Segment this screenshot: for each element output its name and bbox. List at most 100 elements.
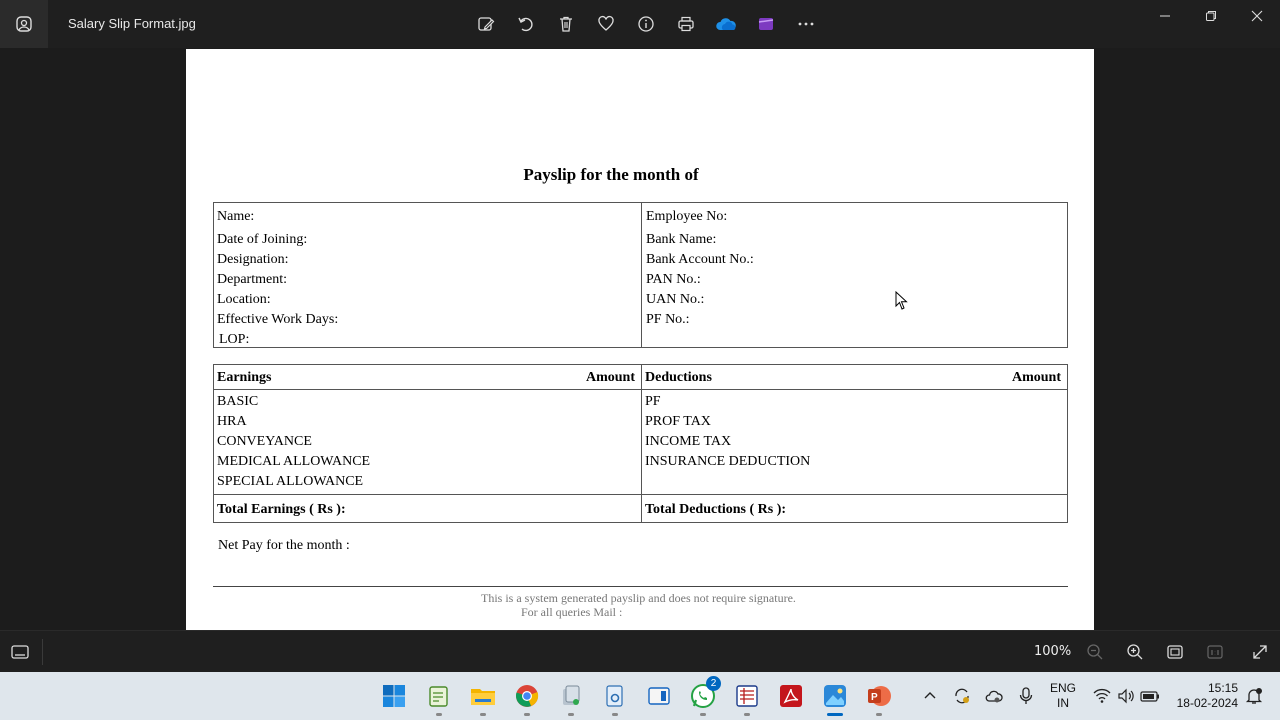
heart-icon bbox=[598, 16, 614, 31]
taskbar-app-window[interactable] bbox=[643, 680, 675, 712]
close-icon bbox=[1251, 10, 1263, 22]
restore-button[interactable] bbox=[1188, 0, 1234, 32]
edit-image-icon bbox=[478, 17, 495, 31]
favorite-button[interactable] bbox=[586, 8, 626, 40]
taskbar-app-file-explorer[interactable] bbox=[467, 680, 499, 716]
notification-bell-icon bbox=[1245, 688, 1263, 704]
list-item: INSURANCE DEDUCTION bbox=[645, 454, 811, 469]
image-toolbar bbox=[466, 8, 826, 40]
title-bar: Salary Slip Format.jpg bbox=[0, 0, 1280, 48]
actual-size-button[interactable] bbox=[1205, 642, 1225, 662]
info-label: Name: bbox=[217, 209, 255, 224]
document-stack-icon bbox=[563, 685, 580, 705]
volume-tray-button[interactable] bbox=[1116, 686, 1136, 706]
total-deductions-label: Total Deductions ( Rs ): bbox=[645, 502, 787, 517]
sync-tray-button[interactable] bbox=[952, 686, 972, 706]
taskbar-app-notepad[interactable] bbox=[423, 680, 455, 716]
deductions-amount-header: Amount bbox=[1012, 370, 1062, 385]
taskbar-app-whatsapp[interactable]: 2 bbox=[687, 676, 721, 716]
deductions-list: PF PROF TAX INCOME TAX INSURANCE DEDUCTI… bbox=[645, 392, 810, 472]
employee-info-table: Name: Date of Joining: Designation: Depa… bbox=[213, 202, 1068, 348]
onedrive-cloud-icon bbox=[716, 18, 736, 30]
list-item: CONVEYANCE bbox=[217, 434, 312, 449]
trash-icon bbox=[560, 16, 572, 32]
folder-icon bbox=[471, 689, 495, 705]
taskbar-app-settings[interactable] bbox=[599, 680, 631, 716]
info-label: Bank Name: bbox=[646, 232, 717, 247]
microphone-tray-button[interactable] bbox=[1016, 686, 1036, 706]
minimize-button[interactable] bbox=[1142, 0, 1188, 32]
more-icon bbox=[798, 22, 814, 26]
system-clock[interactable]: 15:15 18-02-2024 bbox=[1174, 681, 1238, 711]
speaker-icon bbox=[1118, 688, 1134, 704]
image-canvas[interactable]: Payslip for the month of Name: Date of J… bbox=[0, 48, 1280, 630]
photos-icon bbox=[824, 685, 846, 707]
taskbar-app-tally[interactable] bbox=[731, 680, 763, 716]
start-button[interactable] bbox=[378, 680, 410, 712]
info-label: Date of Joining: bbox=[217, 232, 308, 247]
footer-note: This is a system generated payslip and d… bbox=[481, 591, 796, 605]
earnings-amount-header: Amount bbox=[586, 370, 636, 385]
settings-doc-icon bbox=[606, 685, 623, 707]
list-item: SPECIAL ALLOWANCE bbox=[217, 474, 364, 489]
onedrive-button[interactable] bbox=[706, 8, 746, 40]
employee-info-right: Employee No: Bank Name: Bank Account No.… bbox=[646, 207, 754, 330]
zoom-out-icon bbox=[1087, 644, 1103, 660]
total-earnings-label: Total Earnings ( Rs ): bbox=[217, 502, 346, 517]
wifi-tray-button[interactable] bbox=[1092, 686, 1112, 706]
delete-button[interactable] bbox=[546, 8, 586, 40]
windows-logo-icon bbox=[383, 685, 405, 707]
fit-window-icon bbox=[1167, 645, 1183, 659]
show-hidden-icons-button[interactable] bbox=[920, 686, 940, 706]
actual-size-icon bbox=[1207, 645, 1223, 659]
clipchamp-button[interactable] bbox=[746, 8, 786, 40]
clock-time: 15:15 bbox=[1207, 681, 1238, 695]
close-button[interactable] bbox=[1234, 0, 1280, 32]
employee-info-left: Name: Date of Joining: Designation: Depa… bbox=[217, 207, 338, 350]
sync-icon bbox=[955, 688, 969, 704]
filmstrip-toggle-button[interactable] bbox=[10, 642, 30, 666]
battery-tray-button[interactable] bbox=[1140, 686, 1160, 706]
info-label: UAN No.: bbox=[646, 292, 705, 307]
taskbar-app-files[interactable] bbox=[555, 680, 587, 716]
svg-text:P: P bbox=[871, 692, 878, 703]
chrome-icon bbox=[516, 685, 539, 707]
file-info-button[interactable] bbox=[626, 8, 666, 40]
notifications-button[interactable] bbox=[1244, 686, 1264, 706]
net-pay-label: Net Pay for the month : bbox=[218, 538, 350, 553]
zoom-in-button[interactable] bbox=[1125, 642, 1145, 662]
printer-icon bbox=[678, 16, 694, 32]
info-label: Department: bbox=[217, 272, 287, 287]
region-code: IN bbox=[1057, 696, 1069, 710]
photos-app-icon[interactable] bbox=[0, 0, 48, 48]
rotate-icon bbox=[518, 17, 533, 32]
earnings-deductions-table: Earnings Amount Deductions Amount BASIC … bbox=[213, 364, 1068, 523]
more-options-button[interactable] bbox=[786, 8, 826, 40]
app-window-icon bbox=[648, 687, 670, 705]
list-item: HRA bbox=[217, 414, 247, 429]
print-button[interactable] bbox=[666, 8, 706, 40]
taskbar-app-acrobat[interactable] bbox=[775, 680, 807, 712]
zoom-out-button[interactable] bbox=[1085, 642, 1105, 662]
payslip-document: Payslip for the month of Name: Date of J… bbox=[186, 49, 1094, 630]
zoom-level[interactable]: 100% bbox=[1034, 644, 1071, 659]
list-item: PF bbox=[645, 394, 661, 409]
earnings-list: BASIC HRA CONVEYANCE MEDICAL ALLOWANCE S… bbox=[217, 392, 370, 492]
edit-image-button[interactable] bbox=[466, 8, 506, 40]
mouse-cursor-icon bbox=[895, 290, 909, 315]
fit-to-window-button[interactable] bbox=[1165, 642, 1185, 662]
taskbar-app-photos[interactable] bbox=[819, 680, 851, 716]
taskbar-app-chrome[interactable] bbox=[511, 680, 543, 716]
earnings-header: Earnings bbox=[217, 370, 272, 385]
fullscreen-button[interactable] bbox=[1250, 642, 1270, 662]
list-item: INCOME TAX bbox=[645, 434, 732, 449]
list-item: BASIC bbox=[217, 394, 259, 409]
onedrive-tray-button[interactable] bbox=[984, 686, 1004, 706]
taskbar-app-powerpoint[interactable]: P bbox=[863, 680, 895, 716]
minimize-icon bbox=[1160, 15, 1170, 17]
language-indicator[interactable]: ENG IN bbox=[1050, 681, 1076, 711]
rotate-button[interactable] bbox=[506, 8, 546, 40]
window-title: Salary Slip Format.jpg bbox=[68, 16, 196, 31]
language-code: ENG bbox=[1050, 681, 1077, 695]
notepad-icon bbox=[429, 686, 448, 707]
